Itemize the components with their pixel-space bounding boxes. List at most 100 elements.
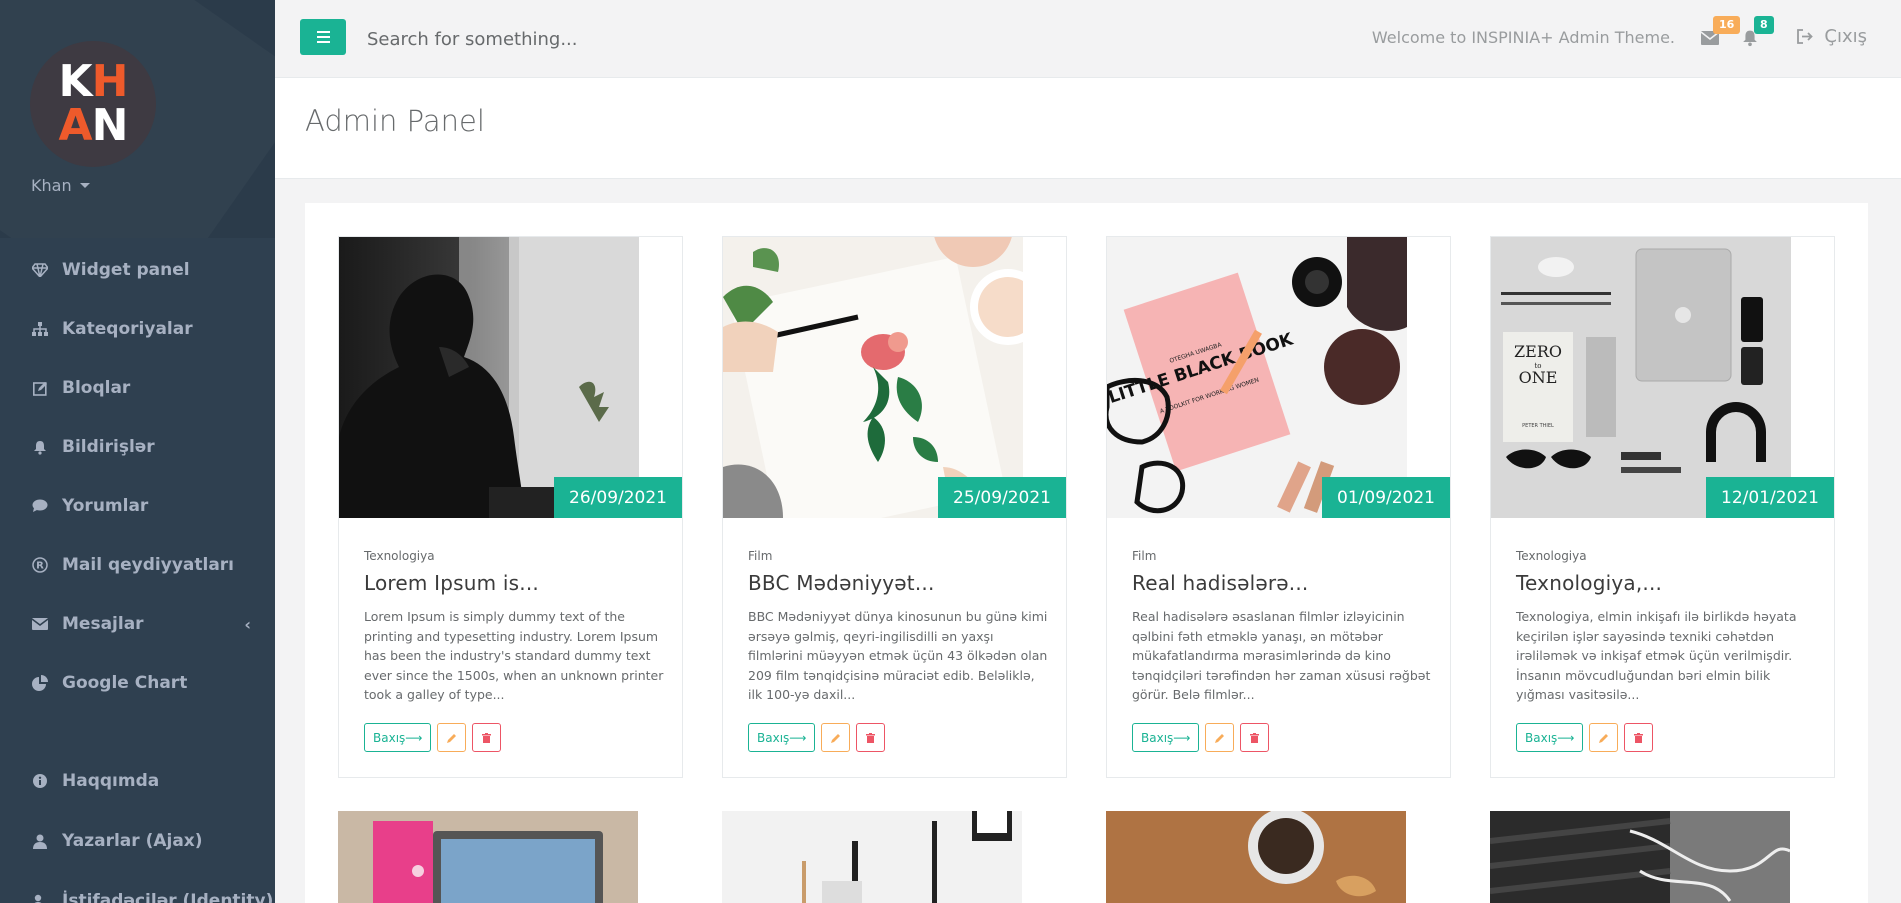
profile-dropdown[interactable]: Khan — [31, 176, 90, 195]
post-image[interactable] — [723, 237, 1023, 518]
post-title[interactable]: Lorem Ipsum is... — [364, 571, 539, 595]
post-category: Film — [1132, 549, 1157, 563]
user-icon — [30, 834, 50, 849]
pencil-icon — [830, 733, 840, 743]
sidebar-item-label: İstifadəçilər (Identity) — [62, 891, 274, 903]
edit-button[interactable] — [437, 723, 467, 752]
sidebar-item-yorumlar[interactable]: Yorumlar — [0, 483, 275, 529]
post-description: Lorem Ipsum is simply dummy text of the … — [364, 609, 664, 702]
post-actions: Baxış⟶ — [1516, 723, 1654, 752]
sidebar-item-yazarlar[interactable]: Yazarlar (Ajax) — [0, 818, 275, 864]
sidebar-item-mesajlar[interactable]: Mesajlar ‹ — [0, 601, 275, 647]
sidebar-item-label: Yazarlar (Ajax) — [62, 831, 203, 851]
view-button[interactable]: Baxış⟶ — [364, 723, 432, 752]
messages-dropdown[interactable]: 16 — [1700, 16, 1741, 48]
post-image[interactable] — [338, 811, 638, 903]
pencil-icon — [446, 733, 456, 743]
notifications-dropdown[interactable]: 8 — [1742, 16, 1774, 48]
svg-text:ONE: ONE — [1519, 368, 1558, 387]
post-category: Texnologiya — [364, 549, 435, 563]
edit-button[interactable] — [1205, 723, 1235, 752]
sidebar-item-label: Mesajlar — [62, 614, 144, 634]
post-title[interactable]: BBC Mədəniyyət... — [748, 571, 935, 595]
post-image[interactable] — [1490, 811, 1790, 903]
post-image[interactable] — [722, 811, 1022, 903]
logout-link[interactable]: Çıxış — [1797, 26, 1867, 47]
profile-header: KH AN Khan — [0, 0, 275, 238]
pie-chart-icon — [30, 675, 50, 691]
hamburger-icon — [316, 31, 330, 33]
caret-down-icon — [79, 183, 90, 188]
post-category: Film — [748, 549, 773, 563]
pencil-icon — [1214, 733, 1224, 743]
post-date: 25/09/2021 — [938, 477, 1066, 518]
blog-card: OTEGHA UWAGBA LITTLE BLACK BOOK A TOOLKI… — [1106, 236, 1451, 778]
post-actions: Baxış⟶ — [748, 723, 886, 752]
post-image[interactable] — [339, 237, 639, 518]
users-icon — [30, 894, 50, 903]
svg-text:PETER THIEL: PETER THIEL — [1522, 423, 1554, 429]
post-description: Texnologiya, elmin inkişafı ilə birlikdə… — [1516, 609, 1797, 702]
view-button[interactable]: Baxış⟶ — [1132, 723, 1200, 752]
edit-button[interactable] — [821, 723, 851, 752]
welcome-message: Welcome to INSPINIA+ Admin Theme. — [1371, 28, 1675, 47]
edit-icon — [30, 381, 50, 396]
post-date: 12/01/2021 — [1706, 477, 1834, 518]
notifications-count-badge: 8 — [1754, 16, 1774, 34]
chevron-left-icon: ‹ — [244, 614, 251, 634]
registered-icon: R — [30, 557, 50, 573]
blog-card: 25/09/2021 Film BBC Mədəniyyət... BBC Mə… — [722, 236, 1067, 778]
search-input[interactable] — [367, 24, 867, 54]
delete-button[interactable] — [1240, 723, 1270, 752]
sidebar-item-label: Mail qeydiyyatları — [62, 555, 235, 575]
post-date: 26/09/2021 — [554, 477, 682, 518]
delete-button[interactable] — [856, 723, 886, 752]
svg-text:R: R — [36, 561, 44, 572]
sidebar-item-bildirisler[interactable]: Bildirişlər — [0, 424, 275, 470]
page-heading: Admin Panel — [275, 78, 1901, 179]
delete-button[interactable] — [472, 723, 502, 752]
edit-button[interactable] — [1589, 723, 1619, 752]
sidebar-item-bloqlar[interactable]: Bloqlar — [0, 365, 275, 411]
info-icon — [30, 774, 50, 788]
blog-grid: 26/09/2021 Texnologiya Lorem Ipsum is...… — [305, 203, 1868, 903]
trash-icon — [1250, 732, 1260, 743]
menu-toggle-button[interactable] — [300, 19, 346, 55]
brand-logo[interactable]: KH AN — [30, 41, 156, 167]
top-navbar: Welcome to INSPINIA+ Admin Theme. 16 8 Ç… — [275, 0, 1901, 78]
trash-icon — [1634, 732, 1644, 743]
sidebar: KH AN Khan Widget panel Kateqoriyalar Bl… — [0, 0, 275, 903]
trash-icon — [482, 732, 492, 743]
sidebar-item-widget-panel[interactable]: Widget panel — [0, 247, 275, 293]
sidebar-item-label: Haqqımda — [62, 771, 160, 791]
post-image[interactable] — [1106, 811, 1406, 903]
sidebar-item-istifadeciler[interactable]: İstifadəçilər (Identity) — [0, 878, 275, 903]
post-title[interactable]: Texnologiya,... — [1516, 571, 1662, 595]
post-actions: Baxış⟶ — [1132, 723, 1270, 752]
messages-count-badge: 16 — [1713, 16, 1741, 34]
post-description: BBC Mədəniyyət dünya kinosunun bu günə k… — [748, 609, 1048, 702]
sitemap-icon — [30, 322, 50, 336]
profile-name: Khan — [31, 176, 72, 195]
pencil-icon — [1598, 733, 1608, 743]
sidebar-item-google-chart[interactable]: Google Chart — [0, 660, 275, 706]
diamond-icon — [30, 263, 50, 277]
sidebar-item-label: Yorumlar — [62, 496, 149, 516]
delete-button[interactable] — [1624, 723, 1654, 752]
svg-text:ZERO: ZERO — [1514, 342, 1562, 361]
sidebar-item-kateqoriyalar[interactable]: Kateqoriyalar — [0, 306, 275, 352]
blog-card: 26/09/2021 Texnologiya Lorem Ipsum is...… — [338, 236, 683, 778]
sidebar-item-haqqimda[interactable]: Haqqımda — [0, 758, 275, 804]
post-image[interactable]: ZERO to ONE PETER THIEL — [1491, 237, 1791, 518]
view-button[interactable]: Baxış⟶ — [1516, 723, 1584, 752]
post-description: Real hadisələrə əsaslanan filmlər izləyi… — [1132, 609, 1431, 702]
post-actions: Baxış⟶ — [364, 723, 502, 752]
sidebar-item-mail-qeydiyyatlari[interactable]: R Mail qeydiyyatları — [0, 542, 275, 588]
sidebar-item-label: Widget panel — [62, 260, 190, 280]
sidebar-item-label: Bildirişlər — [62, 437, 155, 457]
view-button[interactable]: Baxış⟶ — [748, 723, 816, 752]
trash-icon — [866, 732, 876, 743]
post-image[interactable]: OTEGHA UWAGBA LITTLE BLACK BOOK A TOOLKI… — [1107, 237, 1407, 518]
bell-icon — [30, 440, 50, 455]
post-title[interactable]: Real hadisələrə... — [1132, 571, 1308, 595]
